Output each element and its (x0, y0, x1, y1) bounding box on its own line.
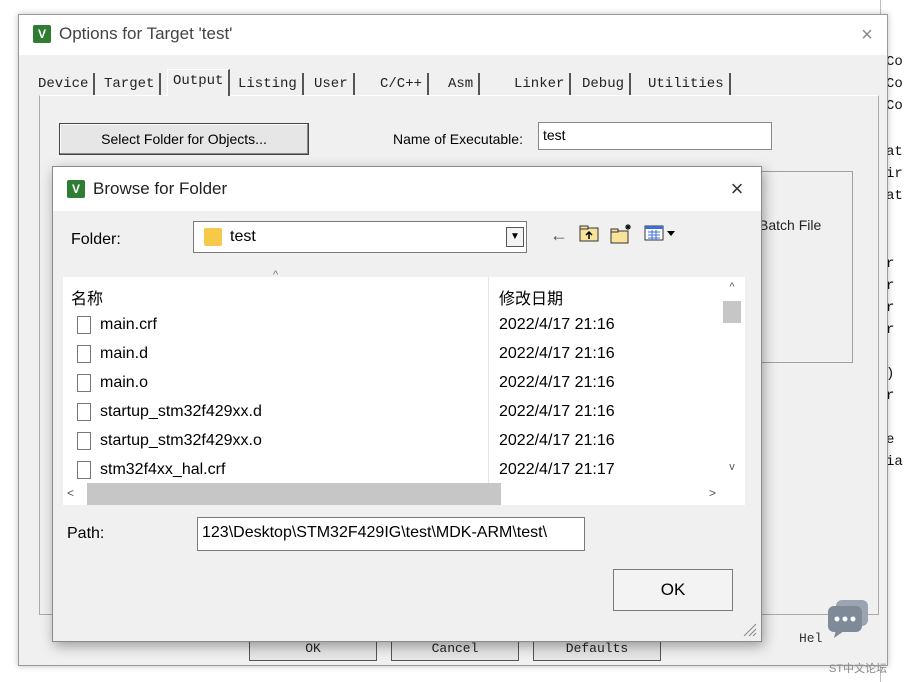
close-icon[interactable]: × (855, 23, 879, 47)
bg-code-line: at (886, 144, 903, 160)
folder-value: test (230, 228, 256, 245)
keil-app-icon: V (67, 180, 85, 198)
tab-c-cpp[interactable]: C/C++ (375, 73, 430, 95)
sort-caret-icon: ^ (273, 269, 279, 281)
path-input[interactable]: 123\Desktop\STM32F429IG\test\MDK-ARM\tes… (197, 517, 585, 551)
file-icon (77, 345, 91, 363)
browse-folder-dialog: V Browse for Folder × Folder: test ▼ ← ^… (52, 166, 762, 642)
resize-grip-icon[interactable] (741, 621, 757, 637)
file-icon (77, 374, 91, 392)
file-icon (77, 316, 91, 334)
file-name: stm32f4xx_hal.crf (100, 461, 226, 478)
list-item[interactable]: stm32f4xx_hal.crf 2022/4/17 21:17 (63, 456, 717, 483)
executable-name-input[interactable]: test (538, 122, 772, 150)
up-folder-icon[interactable] (577, 223, 601, 247)
file-list[interactable]: ^ 名称 修改日期 main.crf 2022/4/17 21:16 main.… (63, 269, 745, 505)
scroll-left-icon[interactable]: < (67, 486, 81, 502)
bg-code-line: at (886, 188, 903, 204)
list-item[interactable]: startup_stm32f429xx.d 2022/4/17 21:16 (63, 398, 717, 427)
tab-user[interactable]: User (309, 73, 355, 95)
browse-titlebar: V Browse for Folder × (53, 167, 761, 211)
file-date: 2022/4/17 21:16 (499, 403, 615, 420)
browse-title: Browse for Folder (93, 179, 228, 198)
scroll-down-icon[interactable]: v (725, 461, 739, 475)
options-tabstrip: Device Target Output Listing User C/C++ … (33, 69, 753, 96)
scroll-right-icon[interactable]: > (709, 486, 723, 502)
list-item[interactable]: startup_stm32f429xx.o 2022/4/17 21:16 (63, 427, 717, 456)
file-date: 2022/4/17 21:17 (499, 461, 615, 478)
bg-code-line: Co (886, 98, 903, 114)
chat-bubble-icon (828, 600, 868, 638)
file-date: 2022/4/17 21:16 (499, 374, 615, 391)
file-date: 2022/4/17 21:16 (499, 345, 615, 362)
tab-output[interactable]: Output (167, 69, 231, 96)
close-icon[interactable]: × (725, 177, 749, 201)
vertical-scrollbar[interactable]: ^ v (719, 277, 745, 483)
bg-code-line: Co (886, 54, 903, 70)
ok-button[interactable]: OK (613, 569, 733, 611)
keil-app-icon: V (33, 25, 51, 43)
horizontal-scroll-thumb[interactable] (87, 483, 501, 505)
horizontal-scrollbar[interactable]: < > (63, 483, 745, 505)
scroll-up-icon[interactable]: ^ (725, 281, 739, 295)
bg-code-line: Co (886, 76, 903, 92)
path-label: Path: (67, 525, 105, 542)
file-name: startup_stm32f429xx.d (100, 403, 262, 420)
file-date: 2022/4/17 21:16 (499, 432, 615, 449)
list-item[interactable]: main.o 2022/4/17 21:16 (63, 369, 717, 398)
column-header-date[interactable]: 修改日期 (499, 285, 563, 309)
folder-icon (204, 228, 222, 246)
options-title: Options for Target 'test' (59, 24, 233, 43)
file-icon (77, 461, 91, 479)
vertical-scroll-thumb[interactable] (723, 301, 741, 323)
select-folder-button[interactable]: Select Folder for Objects... (59, 123, 309, 155)
list-item[interactable]: main.crf 2022/4/17 21:16 (63, 311, 717, 340)
file-name: main.d (100, 345, 149, 362)
tab-linker[interactable]: Linker (509, 73, 572, 95)
back-arrow-icon[interactable]: ← (547, 223, 571, 247)
list-item[interactable]: main.d 2022/4/17 21:16 (63, 340, 717, 369)
options-titlebar: V Options for Target 'test' × (19, 15, 887, 55)
file-icon (77, 403, 91, 421)
output-group-box (749, 171, 853, 363)
file-name: startup_stm32f429xx.o (100, 432, 262, 449)
watermark-text: ST中文论坛 (829, 663, 888, 675)
tab-debug[interactable]: Debug (577, 73, 632, 95)
file-icon (77, 432, 91, 450)
tab-target[interactable]: Target (99, 73, 162, 95)
chevron-down-icon[interactable]: ▼ (506, 227, 524, 247)
file-date: 2022/4/17 21:16 (499, 316, 615, 333)
folder-combo[interactable]: test ▼ (193, 221, 527, 253)
executable-name-label: Name of Executable: (393, 131, 523, 147)
tab-listing[interactable]: Listing (233, 73, 304, 95)
bg-code-line: ia (886, 454, 903, 470)
bg-code-line: ir (886, 166, 903, 182)
column-header-name[interactable]: 名称 (71, 285, 103, 309)
tab-utilities[interactable]: Utilities (643, 73, 731, 95)
folder-label: Folder: (71, 231, 121, 248)
file-name: main.crf (100, 316, 157, 333)
view-menu-icon[interactable] (641, 223, 681, 247)
outer-help-button[interactable]: Hel (799, 631, 822, 646)
batch-file-label[interactable]: Batch File (759, 217, 821, 233)
tab-asm[interactable]: Asm (443, 73, 481, 95)
new-folder-icon[interactable] (609, 223, 633, 247)
tab-device[interactable]: Device (33, 73, 96, 95)
file-name: main.o (100, 374, 149, 391)
